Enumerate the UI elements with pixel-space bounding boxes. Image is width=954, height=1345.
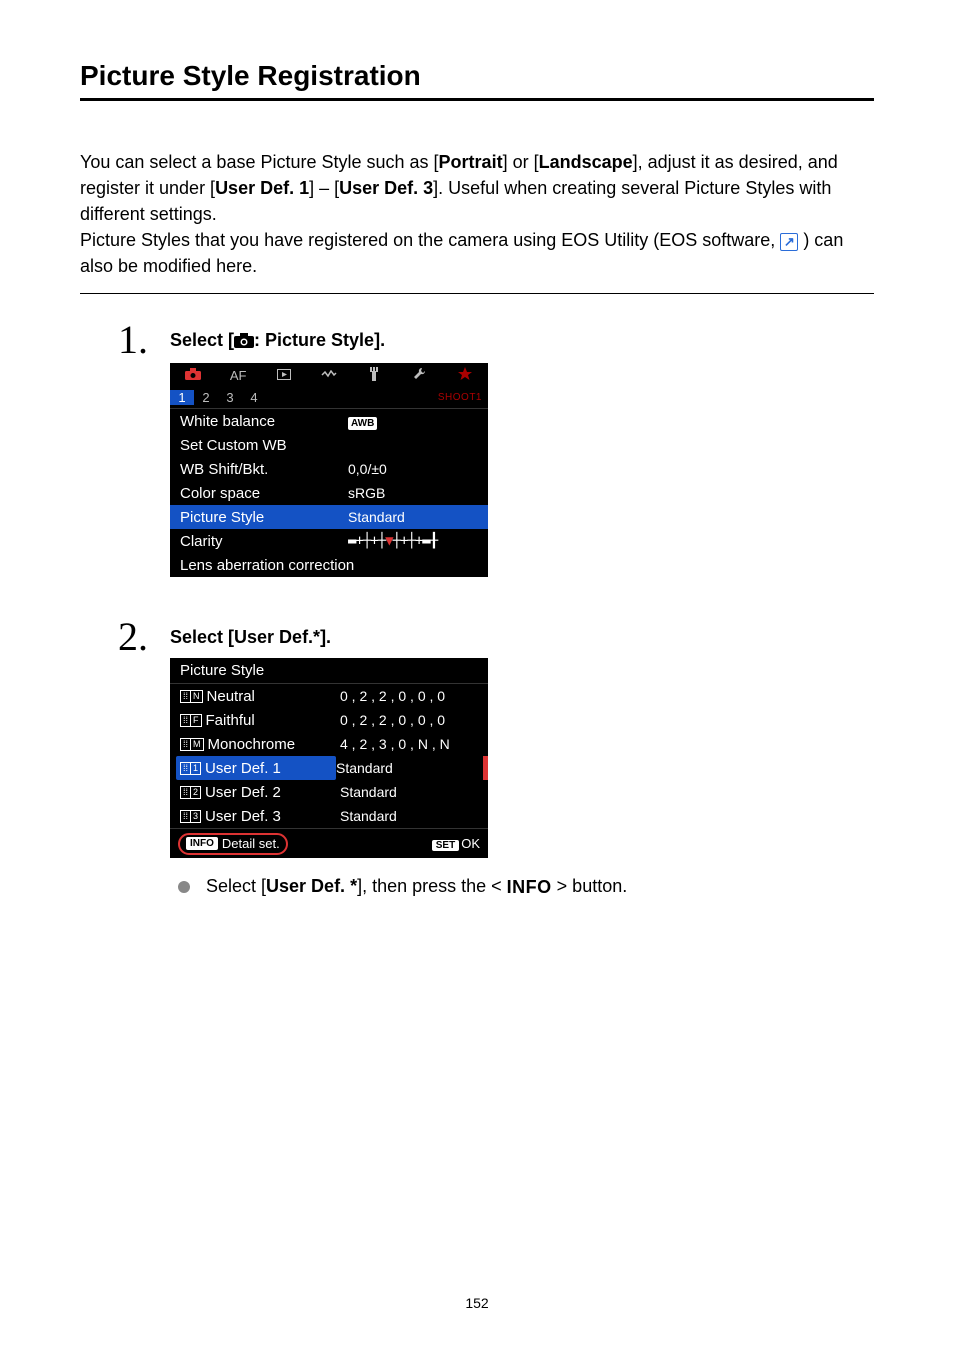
row-label: White balance xyxy=(180,413,348,430)
tab-tools-icon[interactable] xyxy=(352,367,397,384)
intro-paragraph: You can select a base Picture Style such… xyxy=(80,149,874,294)
style-row-monochrome[interactable]: ⁞⁞M Monochrome 4 , 2 , 3 , 0 , N , N xyxy=(170,732,488,756)
menu-row-lens-correction[interactable]: Lens aberration correction xyxy=(170,553,488,577)
awb-badge: AWB xyxy=(348,417,377,430)
menu-row-picture-style[interactable]: Picture StyleStandard xyxy=(170,505,488,529)
text: Select [ xyxy=(206,876,266,896)
text: You can select a base Picture Style such… xyxy=(80,152,439,172)
step-2: 2. Select [User Def.*]. Picture Style ⁞⁞… xyxy=(170,627,874,898)
text: Picture Styles that you have registered … xyxy=(80,230,780,250)
text-bold: User Def. * xyxy=(266,876,357,896)
text-bold: Landscape xyxy=(539,152,633,172)
step-number: 2. xyxy=(118,613,148,660)
set-ok-button[interactable]: SETOK xyxy=(432,835,480,852)
info-button-icon: INFO xyxy=(507,877,552,898)
row-label: Faithful xyxy=(206,712,340,729)
row-value: Standard xyxy=(336,760,393,776)
text: ] – [ xyxy=(309,178,339,198)
menu-row-set-custom-wb[interactable]: Set Custom WB xyxy=(170,433,488,457)
row-value: Standard xyxy=(348,509,478,525)
page-number: 152 xyxy=(0,1295,954,1311)
text: Select [ xyxy=(170,330,234,350)
row-value: 0 , 2 , 2 , 0 , 0 , 0 xyxy=(340,688,445,704)
row-value: sRGB xyxy=(348,485,478,501)
subtab-3[interactable]: 3 xyxy=(218,390,242,405)
style-badge: ⁞⁞M xyxy=(180,738,204,751)
tab-star-icon[interactable] xyxy=(443,367,488,384)
subtab-1[interactable]: 1 xyxy=(170,390,194,405)
text-bold: User Def. 3 xyxy=(339,178,433,198)
menu-row-white-balance[interactable]: White balanceAWB xyxy=(170,409,488,433)
row-label: User Def. 2 xyxy=(205,784,340,801)
row-label: Neutral xyxy=(207,688,340,705)
camera-icon xyxy=(234,332,254,353)
row-label: Picture Style xyxy=(180,509,348,526)
shoot-label: SHOOT1 xyxy=(438,392,488,403)
text: : Picture Style]. xyxy=(254,330,385,350)
step-2-bullet: Select [User Def. *], then press the < I… xyxy=(178,876,874,898)
step-2-title: Select [User Def.*]. xyxy=(170,627,874,648)
style-row-user-def-1[interactable]: ⁞⁞1 User Def. 1 Standard xyxy=(170,756,488,780)
tab-play-icon[interactable] xyxy=(261,368,306,383)
row-value: Standard xyxy=(340,808,397,824)
selection-indicator xyxy=(483,756,488,780)
tab-camera-icon[interactable] xyxy=(170,368,215,383)
row-label: Set Custom WB xyxy=(180,437,348,454)
lcd-tab-bar: AF xyxy=(170,363,488,387)
set-badge: SET xyxy=(432,840,459,851)
row-label: Clarity xyxy=(180,533,348,550)
style-badge: ⁞⁞2 xyxy=(180,786,201,799)
row-value: 0 , 2 , 2 , 0 , 0 , 0 xyxy=(340,712,445,728)
detail-set-button[interactable]: INFO Detail set. xyxy=(178,833,288,855)
text: ], then press the < xyxy=(357,876,507,896)
style-row-faithful[interactable]: ⁞⁞F Faithful 0 , 2 , 2 , 0 , 0 , 0 xyxy=(170,708,488,732)
step-number: 1. xyxy=(118,316,148,363)
menu-row-wb-shift[interactable]: WB Shift/Bkt.0,0/±0 xyxy=(170,457,488,481)
text-bold: User Def. 1 xyxy=(215,178,309,198)
subtab-4[interactable]: 4 xyxy=(242,390,266,405)
subtab-2[interactable]: 2 xyxy=(194,390,218,405)
step-1-title: Select [ : Picture Style]. xyxy=(170,330,874,353)
row-label: WB Shift/Bkt. xyxy=(180,461,348,478)
step-1: 1. Select [: Picture Style]. AF 1 2 3 xyxy=(170,330,874,577)
style-badge: ⁞⁞N xyxy=(180,690,203,703)
text: > button. xyxy=(552,876,628,896)
tab-wrench-icon[interactable] xyxy=(397,367,442,383)
camera-lcd-menu: AF 1 2 3 4 SHOOT1 White balanceAWB Set C… xyxy=(170,363,488,577)
row-value: AWB xyxy=(348,413,478,430)
style-badge: ⁞⁞F xyxy=(180,714,202,727)
row-label: Lens aberration correction xyxy=(180,557,478,574)
row-label: User Def. 1 xyxy=(205,760,336,777)
ok-label: OK xyxy=(461,836,480,851)
text-bold: Portrait xyxy=(439,152,503,172)
lcd-button-bar: INFO Detail set. SETOK xyxy=(170,828,488,858)
info-badge: INFO xyxy=(186,837,218,850)
row-label: User Def. 3 xyxy=(205,808,340,825)
camera-lcd-picture-style: Picture Style ⁞⁞N Neutral 0 , 2 , 2 , 0 ,… xyxy=(170,658,488,858)
link-icon[interactable]: ↗ xyxy=(780,233,798,251)
tab-af[interactable]: AF xyxy=(215,368,260,383)
style-row-user-def-3[interactable]: ⁞⁞3 User Def. 3 Standard xyxy=(170,804,488,828)
menu-row-clarity[interactable]: Clarity▬+┼+┼▼┼+┼+▬╂ xyxy=(170,529,488,553)
clarity-slider: ▬+┼+┼▼┼+┼+▬╂ xyxy=(348,533,478,549)
menu-row-color-space[interactable]: Color spacesRGB xyxy=(170,481,488,505)
tab-wireless-icon[interactable] xyxy=(306,368,351,383)
row-value: 0,0/±0 xyxy=(348,461,478,477)
row-label: Color space xyxy=(180,485,348,502)
row-value: 4 , 2 , 3 , 0 , N , N xyxy=(340,736,450,752)
lcd-titlebar: Picture Style xyxy=(170,658,488,684)
lcd-subtab-bar: 1 2 3 4 SHOOT1 xyxy=(170,387,488,409)
page-title: Picture Style Registration xyxy=(80,60,874,101)
row-label: Monochrome xyxy=(208,736,340,753)
bullet-text: Select [User Def. *], then press the < I… xyxy=(206,876,627,898)
style-badge: ⁞⁞1 xyxy=(180,762,201,775)
style-row-user-def-2[interactable]: ⁞⁞2 User Def. 2 Standard xyxy=(170,780,488,804)
detail-set-label: Detail set. xyxy=(222,836,280,851)
row-value: Standard xyxy=(340,784,397,800)
bullet-icon xyxy=(178,881,190,893)
style-row-neutral[interactable]: ⁞⁞N Neutral 0 , 2 , 2 , 0 , 0 , 0 xyxy=(170,684,488,708)
text: ] or [ xyxy=(503,152,539,172)
style-badge: ⁞⁞3 xyxy=(180,810,201,823)
